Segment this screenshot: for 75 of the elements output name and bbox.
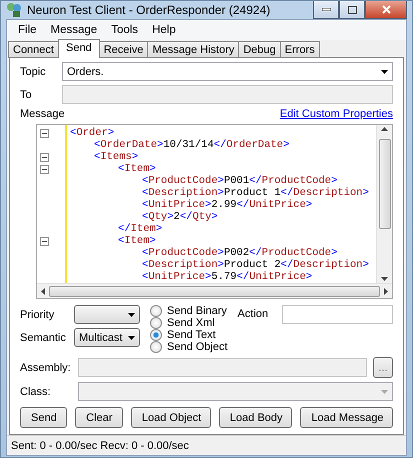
radio-label: Send Binary bbox=[167, 305, 227, 317]
priority-label: Priority bbox=[20, 308, 56, 320]
edit-custom-properties-link[interactable]: Edit Custom Properties bbox=[280, 108, 393, 120]
menu-item[interactable]: Tools bbox=[106, 23, 144, 37]
semantic-label: Semantic bbox=[20, 332, 67, 344]
radio-label: Send Text bbox=[167, 329, 216, 341]
to-label: To bbox=[20, 88, 33, 100]
tab[interactable]: Debug bbox=[238, 41, 281, 58]
scroll-up-icon[interactable] bbox=[381, 127, 388, 131]
radio-option[interactable]: Send Object bbox=[150, 341, 228, 353]
dropdown-arrow-icon bbox=[381, 390, 388, 394]
xml-line: <Item> bbox=[118, 235, 156, 247]
radio-option[interactable]: Send Binary bbox=[150, 305, 228, 317]
action-button[interactable]: Load Message bbox=[300, 407, 393, 428]
minimize-button[interactable] bbox=[313, 1, 339, 19]
class-label: Class: bbox=[20, 386, 52, 398]
radio-label: Send Object bbox=[167, 341, 228, 353]
collapse-icon[interactable] bbox=[40, 165, 49, 174]
xml-editor[interactable] bbox=[36, 124, 393, 299]
to-field[interactable] bbox=[62, 85, 393, 104]
maximize-icon bbox=[348, 6, 356, 14]
dropdown-arrow-icon bbox=[381, 70, 388, 74]
tab[interactable]: Receive bbox=[98, 41, 148, 58]
app-icon bbox=[6, 2, 22, 18]
xml-line: </Item> bbox=[118, 223, 162, 235]
message-label: Message bbox=[20, 108, 65, 120]
assembly-label: Assembly: bbox=[20, 362, 72, 374]
semantic-dropdown[interactable]: Multicast bbox=[74, 328, 140, 347]
radio-option[interactable]: Send Text bbox=[150, 329, 228, 341]
action-button[interactable]: Send bbox=[20, 407, 68, 428]
close-button[interactable] bbox=[365, 1, 407, 19]
collapse-icon[interactable] bbox=[40, 237, 49, 246]
tab[interactable]: Errors bbox=[280, 41, 320, 58]
radio-label: Send Xml bbox=[167, 317, 215, 329]
assembly-field[interactable] bbox=[78, 358, 367, 377]
menu-item[interactable]: Message bbox=[46, 23, 102, 37]
maximize-button[interactable] bbox=[339, 1, 365, 19]
xml-line: <UnitPrice>5.79</UnitPrice> bbox=[142, 271, 312, 283]
xml-line: <ProductCode>P002</ProductCode> bbox=[142, 247, 338, 259]
close-icon bbox=[382, 5, 390, 14]
priority-dropdown[interactable] bbox=[74, 305, 140, 324]
dropdown-arrow-icon bbox=[128, 312, 135, 316]
scroll-right-icon[interactable] bbox=[384, 288, 388, 294]
action-button[interactable]: Clear bbox=[75, 407, 123, 428]
browse-button[interactable]: ... bbox=[373, 357, 393, 378]
vertical-scrollbar[interactable] bbox=[376, 125, 392, 283]
dropdown-arrow-icon bbox=[128, 336, 135, 340]
menu-item[interactable]: Help bbox=[147, 23, 181, 37]
tab[interactable]: Send bbox=[58, 39, 100, 58]
xml-line: <Items> bbox=[94, 151, 138, 163]
xml-line: <Qty>2</Qty> bbox=[142, 211, 218, 223]
xml-line: <Description>Product 1</Description> bbox=[142, 187, 369, 199]
radio-option[interactable]: Send Xml bbox=[150, 317, 228, 329]
menu-item[interactable]: File bbox=[13, 23, 42, 37]
minimize-icon bbox=[322, 8, 330, 11]
scroll-down-icon[interactable] bbox=[381, 277, 388, 281]
horizontal-scrollbar[interactable] bbox=[37, 283, 392, 298]
scroll-left-icon[interactable] bbox=[41, 288, 45, 294]
xml-line: <OrderDate>10/31/14</OrderDate> bbox=[94, 139, 290, 151]
action-label: Action bbox=[238, 308, 268, 320]
collapse-icon[interactable] bbox=[40, 153, 49, 162]
topic-label: Topic bbox=[20, 66, 47, 78]
tab[interactable]: Message History bbox=[147, 41, 240, 58]
xml-line: <Item> bbox=[118, 163, 156, 175]
tab[interactable]: Connect bbox=[8, 41, 59, 58]
action-button[interactable]: Load Object bbox=[130, 407, 211, 428]
xml-line: <Order> bbox=[70, 127, 114, 139]
collapse-icon[interactable] bbox=[40, 129, 49, 138]
window-title: Neuron Test Client - OrderResponder (24924) bbox=[27, 3, 270, 17]
xml-line: <ProductCode>P001</ProductCode> bbox=[142, 175, 338, 187]
action-button[interactable]: Load Body bbox=[218, 407, 292, 428]
action-field[interactable] bbox=[282, 305, 393, 324]
topic-dropdown[interactable]: Orders. bbox=[62, 62, 393, 81]
xml-line: <Description>Product 2</Description> bbox=[142, 259, 369, 271]
xml-line: <UnitPrice>2.99</UnitPrice> bbox=[142, 199, 312, 211]
